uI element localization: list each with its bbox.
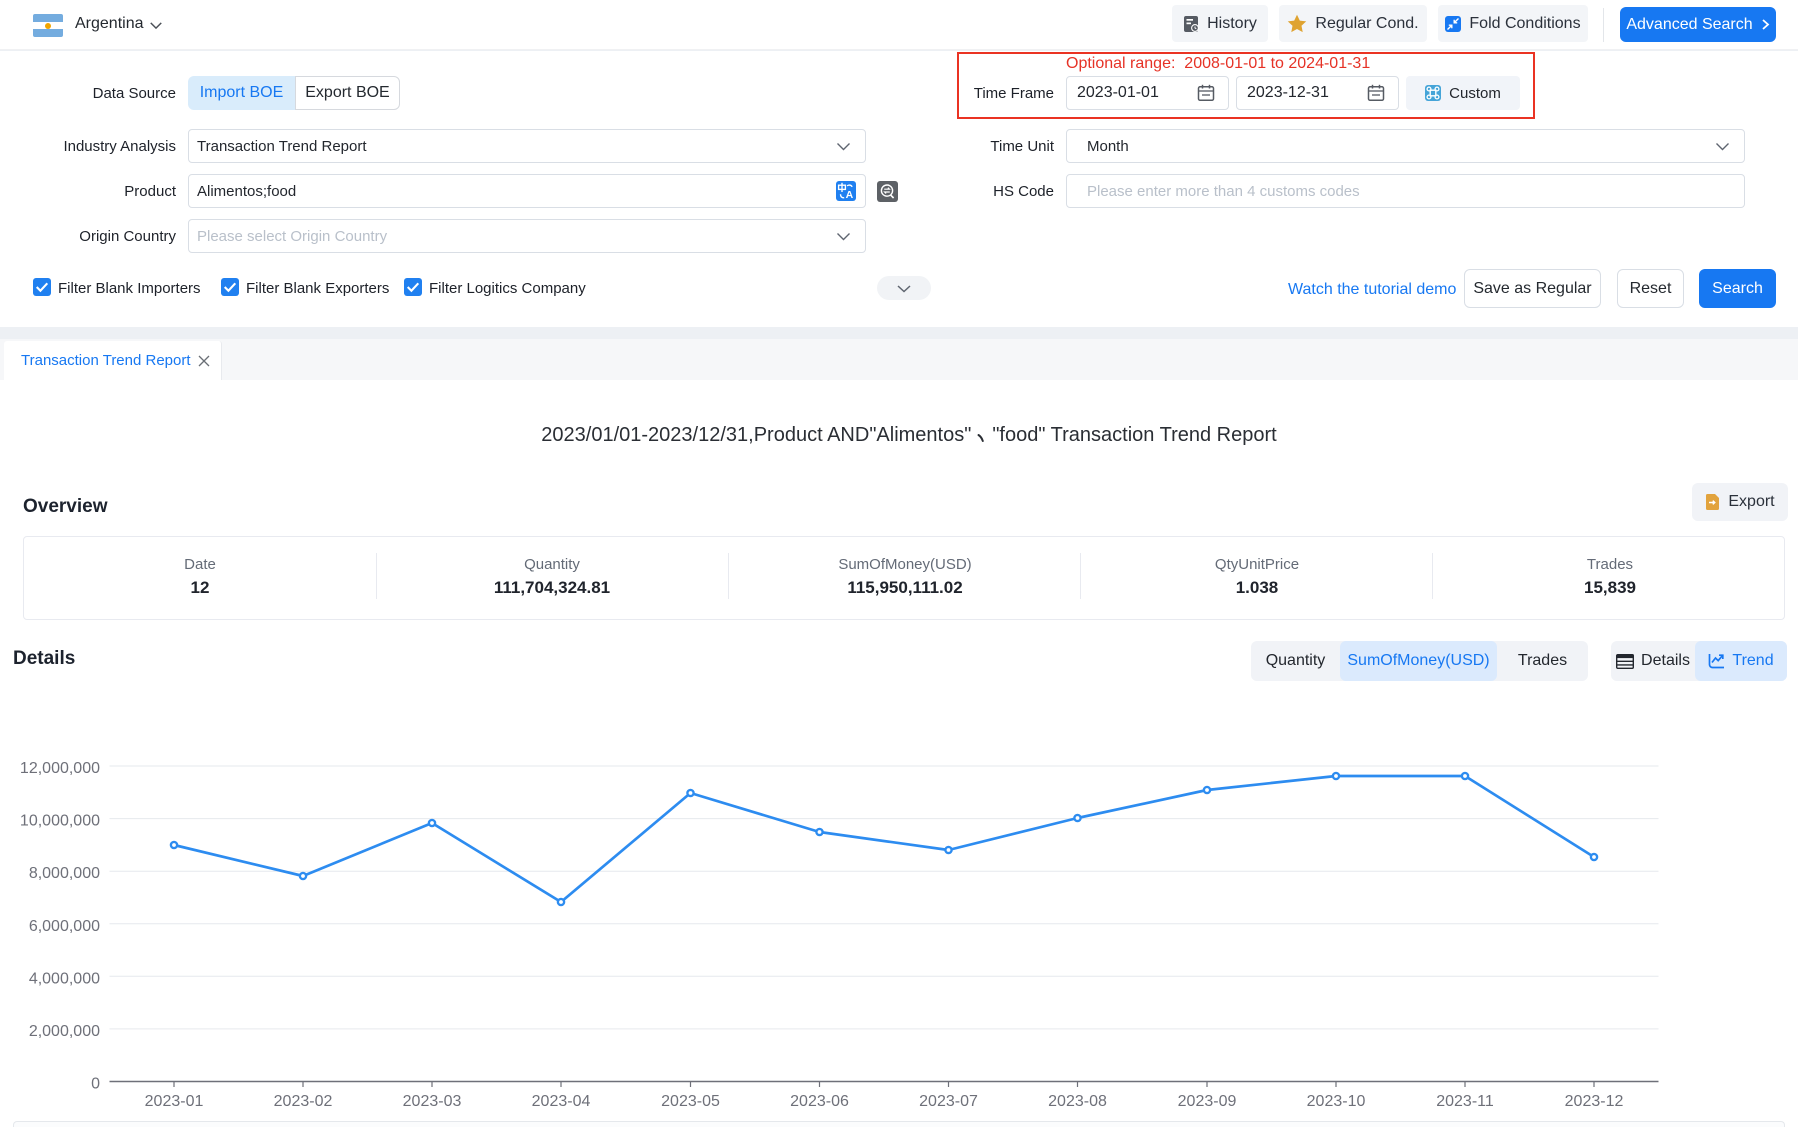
svg-text:2023-07: 2023-07	[919, 1093, 978, 1110]
svg-text:2023-08: 2023-08	[1048, 1093, 1107, 1110]
svg-text:2023-05: 2023-05	[661, 1093, 720, 1110]
svg-text:8,000,000: 8,000,000	[29, 865, 100, 882]
svg-text:2023-10: 2023-10	[1307, 1093, 1366, 1110]
svg-text:4,000,000: 4,000,000	[29, 970, 100, 987]
svg-text:A: A	[846, 189, 854, 201]
svg-text:2023-11: 2023-11	[1436, 1093, 1494, 1110]
svg-text:0: 0	[91, 1076, 100, 1093]
svg-text:2023-09: 2023-09	[1178, 1093, 1237, 1110]
svg-text:2023-06: 2023-06	[790, 1093, 849, 1110]
svg-text:2023-04: 2023-04	[532, 1093, 591, 1110]
svg-text:12,000,000: 12,000,000	[20, 760, 100, 777]
svg-text:2023-12: 2023-12	[1565, 1093, 1624, 1110]
svg-text:2,000,000: 2,000,000	[29, 1023, 100, 1040]
svg-text:6,000,000: 6,000,000	[29, 918, 100, 935]
svg-text:2023-03: 2023-03	[403, 1093, 462, 1110]
svg-text:2023-02: 2023-02	[274, 1093, 333, 1110]
svg-text:10,000,000: 10,000,000	[20, 813, 100, 830]
svg-text:2023-01: 2023-01	[145, 1093, 204, 1110]
